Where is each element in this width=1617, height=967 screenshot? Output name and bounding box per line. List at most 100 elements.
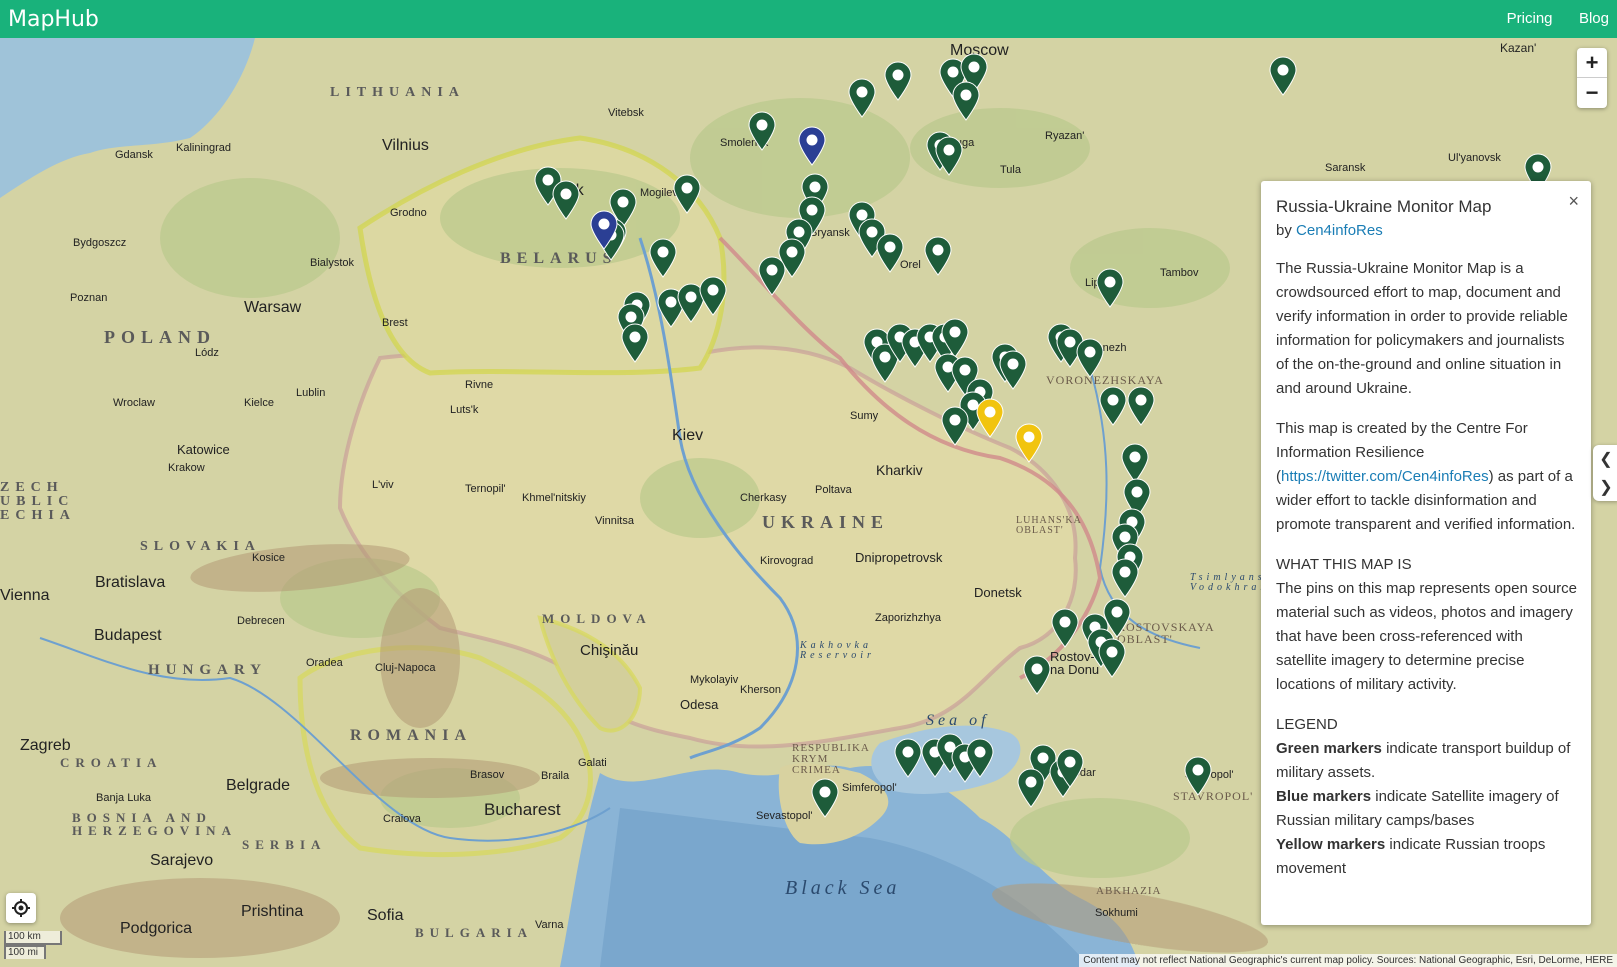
map-marker[interactable] [940, 318, 970, 358]
map-label-tula: Tula [1000, 164, 1021, 176]
locate-button[interactable] [6, 893, 36, 923]
map-label-craiova: Craiova [383, 813, 421, 825]
map-label-poznan: Poznan [70, 292, 108, 304]
map-marker[interactable] [934, 136, 964, 176]
map-label-czechia: ZECH UBLIC ECHIA [0, 480, 76, 523]
map-marker[interactable] [757, 256, 787, 296]
map-marker[interactable] [893, 738, 923, 778]
close-icon[interactable]: × [1568, 189, 1579, 213]
map-label-banja-luka: Banja Luka [96, 792, 152, 804]
map-marker[interactable] [551, 180, 581, 220]
panel-created: This map is created by the Centre For In… [1276, 417, 1577, 537]
map-label-krakow: Krakow [168, 462, 205, 474]
chevron-right-icon[interactable]: ❯ [1599, 477, 1612, 497]
map-label-galati: Galati [578, 757, 607, 769]
map-label-bucharest: Bucharest [484, 800, 561, 819]
map-label-brest: Brest [382, 317, 408, 329]
map-label-bosnia: BOSNIA AND HERZEGOVINA [72, 810, 237, 838]
map-label-kaliningrad: Kaliningrad [176, 142, 232, 154]
map-marker[interactable] [589, 210, 619, 250]
map-marker[interactable] [875, 233, 905, 273]
map-label-moldova: MOLDOVA [542, 611, 652, 626]
map-label-sumy: Sumy [850, 410, 879, 422]
map-label-kharkiv: Kharkiv [876, 462, 923, 478]
map-marker[interactable] [883, 61, 913, 101]
map-marker[interactable] [1126, 386, 1156, 426]
map-marker[interactable] [797, 126, 827, 166]
zoom-control: + − [1577, 48, 1607, 108]
map-marker[interactable] [1183, 756, 1213, 796]
crosshair-icon [12, 899, 30, 917]
map-label-warsaw: Warsaw [244, 299, 302, 316]
map-label-tambov: Tambov [1160, 267, 1199, 279]
map-marker[interactable] [672, 174, 702, 214]
panel-byline: by Cen4infoRes [1276, 219, 1577, 243]
map-label-katowice: Katowice [177, 442, 230, 457]
map-marker[interactable] [1095, 268, 1125, 308]
map-label-chisinau: Chişinău [580, 642, 639, 659]
map-label-zaporizhzhya: Zaporizhzhya [875, 612, 942, 624]
map-label-prishtina: Prishtina [241, 903, 304, 920]
map-marker[interactable] [1022, 655, 1052, 695]
map-label-lutsk: Luts'k [450, 404, 479, 416]
map-marker[interactable] [965, 738, 995, 778]
zoom-in-button[interactable]: + [1577, 48, 1607, 78]
what-heading: WHAT THIS MAP IS [1276, 556, 1412, 573]
map-label-budapest: Budapest [94, 627, 162, 644]
map-marker[interactable] [1014, 423, 1044, 463]
map-label-rivne: Rivne [465, 379, 494, 391]
map-marker[interactable] [1120, 443, 1150, 483]
map-marker[interactable] [810, 778, 840, 818]
brand-logo[interactable]: MapHub [8, 7, 99, 32]
map-label-sea-of: Sea of [926, 712, 990, 729]
map-label-bialystok: Bialystok [310, 257, 355, 269]
map-label-dnipropetrovsk: Dnipropetrovsk [855, 550, 943, 565]
map-marker[interactable] [747, 111, 777, 151]
map-label-vinnitsa: Vinnitsa [595, 515, 634, 527]
map-marker[interactable] [620, 323, 650, 363]
map-label-sofia: Sofia [367, 907, 404, 924]
map-label-cherkasy: Cherkasy [740, 492, 787, 504]
map-label-kazan: Kazan' [1500, 41, 1537, 55]
author-link[interactable]: Cen4infoRes [1296, 222, 1383, 239]
map-label-lodz: Lódz [195, 347, 219, 359]
legend-green-label: Green markers [1276, 740, 1382, 757]
map-marker[interactable] [648, 238, 678, 278]
map-marker[interactable] [951, 81, 981, 121]
map-marker[interactable] [940, 406, 970, 446]
map-label-grodno: Grodno [390, 207, 427, 219]
chevron-left-icon[interactable]: ❮ [1599, 449, 1612, 469]
map-marker[interactable] [1075, 338, 1105, 378]
map-label-sarajevo: Sarajevo [150, 852, 214, 869]
map-label-crimea: RESPUBLIKA KRYM CRIMEA [792, 742, 870, 776]
map-label-ternopil: Ternopil' [465, 483, 506, 495]
map-marker[interactable] [1050, 608, 1080, 648]
map-marker[interactable] [923, 236, 953, 276]
twitter-link[interactable]: https://twitter.com/Cen4infoRes [1281, 468, 1489, 485]
map-marker[interactable] [1055, 748, 1085, 788]
map-marker[interactable] [975, 398, 1005, 438]
map-marker[interactable] [1098, 386, 1128, 426]
pricing-link[interactable]: Pricing [1507, 10, 1553, 27]
map-label-sokhumi: Sokhumi [1095, 907, 1138, 919]
map-marker[interactable] [998, 350, 1028, 390]
map-marker[interactable] [1110, 558, 1140, 598]
map-marker[interactable] [1097, 638, 1127, 678]
map-marker[interactable] [1268, 56, 1298, 96]
map-marker[interactable] [847, 78, 877, 118]
legend-yellow-label: Yellow markers [1276, 836, 1386, 853]
zoom-out-button[interactable]: − [1577, 78, 1607, 108]
map-label-debrecen: Debrecen [237, 615, 285, 627]
map-marker[interactable] [1016, 768, 1046, 808]
map-marker[interactable] [698, 276, 728, 316]
what-body: The pins on this map represents open sou… [1276, 580, 1578, 693]
top-bar: MapHub Pricing Blog [0, 0, 1617, 38]
map-label-saransk: Saransk [1325, 162, 1366, 174]
map-label-gdansk: Gdansk [115, 149, 153, 161]
blog-link[interactable]: Blog [1579, 10, 1609, 27]
map-label-belgrade: Belgrade [226, 777, 291, 794]
map-label-zagreb: Zagreb [20, 737, 71, 754]
map-label-vilnius: Vilnius [382, 137, 429, 154]
map-label-serbia: SERBIA [242, 837, 327, 852]
map-label-hungary: HUNGARY [148, 662, 267, 678]
